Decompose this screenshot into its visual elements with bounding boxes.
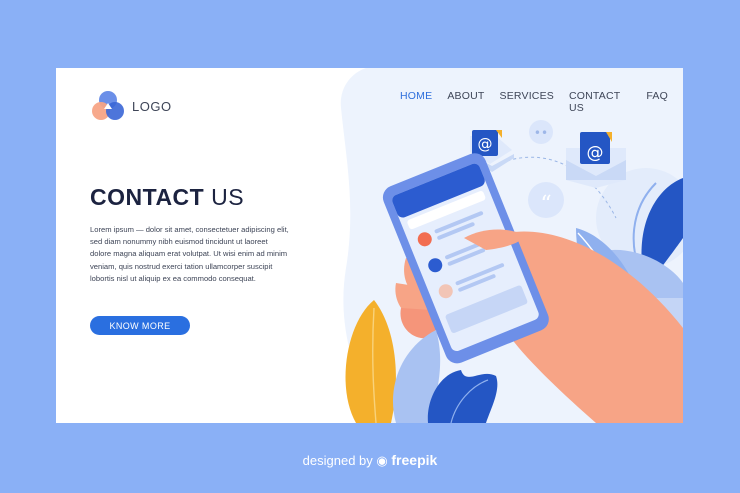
svg-text:@: @ [478,135,493,153]
footer-prefix: designed by [302,453,373,468]
footer-credit: designed by ◉ freepik [0,452,740,469]
svg-text:@: @ [587,143,604,163]
footer-brand[interactable]: freepik [391,452,437,468]
svg-text:“: “ [540,192,551,217]
svg-text:••: •• [534,126,548,140]
chat-bubble-icon: •• [529,120,553,144]
landing-card: LOGO HOME ABOUT SERVICES CONTACT US FAQ … [56,68,683,423]
freepik-logo-icon: ◉ [376,453,388,468]
quote-bubble-icon: “ [528,182,564,218]
email-envelope-icon: @ [566,132,626,188]
contact-illustration: @ @ •• “ [345,120,683,423]
leaf-plant-icon [345,300,396,423]
